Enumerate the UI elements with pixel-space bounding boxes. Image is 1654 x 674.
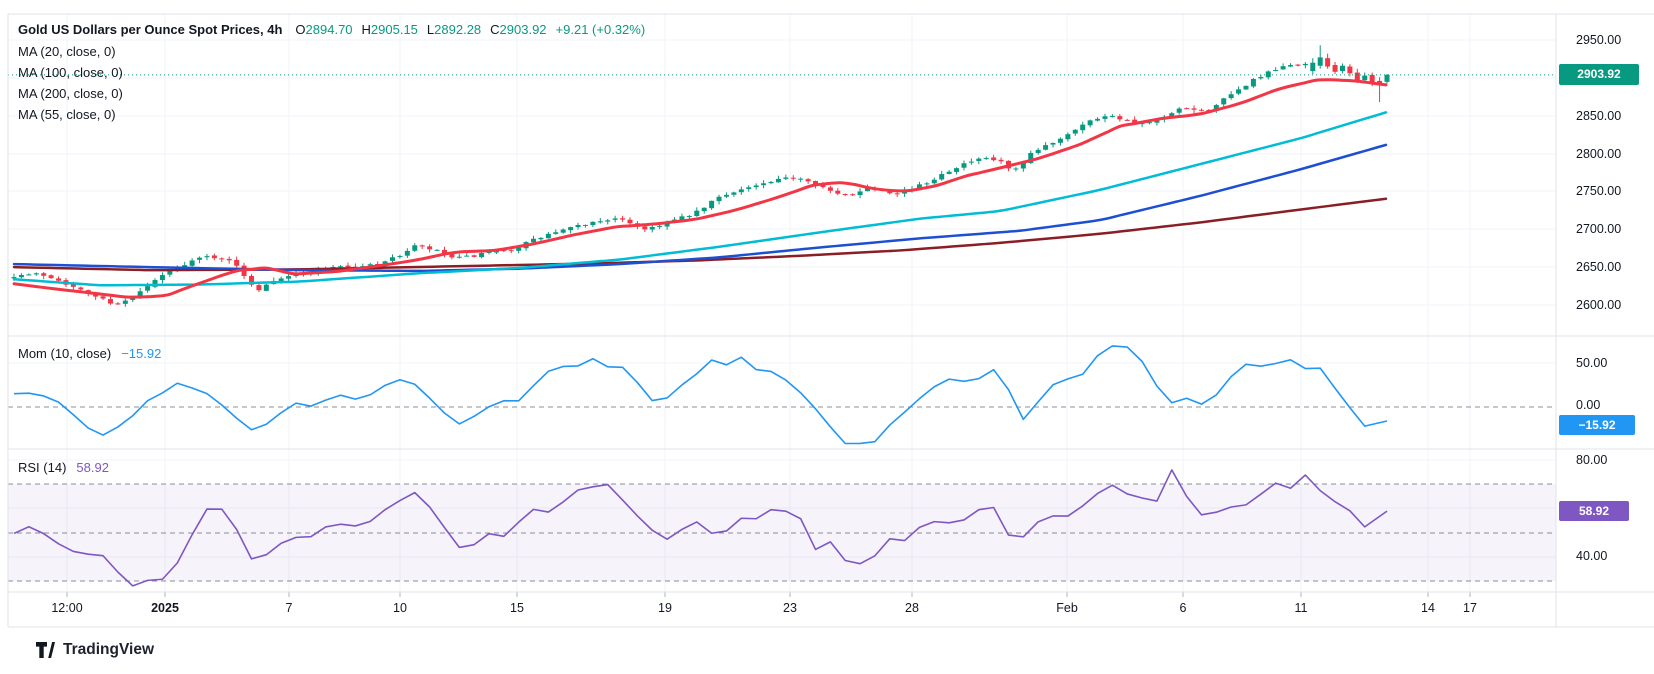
- tradingview-logo-text: TradingView: [63, 641, 154, 659]
- ohlc-open: O2894.70: [295, 22, 352, 37]
- momentum-axis-label: 50.00: [1576, 355, 1607, 371]
- time-axis-label: 7: [286, 600, 293, 616]
- last-price-badge: 2903.92: [1559, 64, 1639, 85]
- price-axis[interactable]: [1556, 14, 1654, 627]
- legend-momentum[interactable]: Mom (10, close) −15.92: [18, 346, 161, 361]
- ohlc-low: L2892.28: [427, 22, 481, 37]
- time-axis-label: 6: [1180, 600, 1187, 616]
- time-axis-label: 12:00: [51, 600, 82, 616]
- legend-ma-55[interactable]: MA (55, close, 0): [18, 107, 116, 122]
- legend-ma-200[interactable]: MA (200, close, 0): [18, 86, 123, 101]
- time-axis-label: Feb: [1056, 600, 1078, 616]
- price-axis-label: 2750.00: [1576, 183, 1621, 199]
- time-axis-label: 14: [1421, 600, 1435, 616]
- price-axis-label: 2800.00: [1576, 146, 1621, 162]
- time-axis-label: 23: [783, 600, 797, 616]
- price-axis-label: 2950.00: [1576, 32, 1621, 48]
- rsi-badge: 58.92: [1559, 501, 1629, 521]
- tradingview-logo-icon: [36, 642, 55, 659]
- rsi-value: 58.92: [76, 460, 109, 475]
- rsi-label: RSI (14): [18, 460, 66, 475]
- tradingview-link[interactable]: TradingView: [36, 641, 154, 659]
- ohlc-close: C2903.92: [490, 22, 546, 37]
- price-axis-label: 2700.00: [1576, 221, 1621, 237]
- momentum-label: Mom (10, close): [18, 346, 111, 361]
- price-change: +9.21 (+0.32%): [556, 22, 646, 37]
- price-axis-label: 2650.00: [1576, 259, 1621, 275]
- momentum-badge: −15.92: [1559, 415, 1635, 435]
- momentum-value: −15.92: [121, 346, 161, 361]
- time-axis-label: 11: [1295, 600, 1308, 616]
- time-axis-label: 19: [658, 600, 672, 616]
- legend-ma-20[interactable]: MA (20, close, 0): [18, 44, 116, 59]
- symbol-title[interactable]: Gold US Dollars per Ounce Spot Prices, 4…: [18, 22, 282, 37]
- time-axis-label: 10: [393, 600, 407, 616]
- legend-ma-100[interactable]: MA (100, close, 0): [18, 65, 123, 80]
- price-axis-label: 2600.00: [1576, 297, 1621, 313]
- time-axis-label: 28: [905, 600, 919, 616]
- rsi-axis-label: 40.00: [1576, 548, 1607, 564]
- legend-rsi[interactable]: RSI (14) 58.92: [18, 460, 109, 475]
- ohlc-high: H2905.15: [362, 22, 418, 37]
- rsi-axis-label: 80.00: [1576, 452, 1607, 468]
- momentum-axis-label: 0.00: [1576, 397, 1600, 413]
- chart-canvas[interactable]: [0, 0, 1654, 674]
- tradingview-chart: Gold US Dollars per Ounce Spot Prices, 4…: [0, 0, 1654, 674]
- time-axis[interactable]: [8, 592, 1556, 627]
- price-axis-label: 2850.00: [1576, 108, 1621, 124]
- time-axis-label: 15: [510, 600, 524, 616]
- time-axis-label: 17: [1463, 600, 1477, 616]
- time-axis-label: 2025: [151, 600, 179, 616]
